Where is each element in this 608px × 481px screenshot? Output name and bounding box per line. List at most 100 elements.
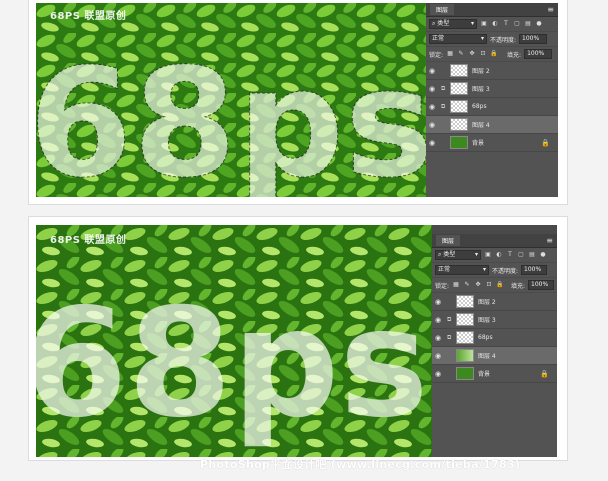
smart-filter-icon[interactable]: ▤	[528, 251, 536, 259]
eye-icon[interactable]: ◉	[429, 67, 437, 75]
layer-row[interactable]: ◉ ⧉ 68ps	[426, 98, 558, 116]
opacity-label: 不透明度:	[492, 267, 519, 275]
layer-thumbnail	[450, 136, 468, 149]
chevron-down-icon: ▾	[480, 35, 484, 42]
layer-row[interactable]: ◉ 图层 2	[432, 293, 557, 311]
eye-icon[interactable]: ◉	[429, 103, 437, 111]
layer-row[interactable]: ◉ 背景 🔒	[426, 134, 558, 152]
eye-icon[interactable]: ◉	[435, 334, 443, 342]
lock-artboard-icon[interactable]: ⊡	[485, 281, 493, 289]
leaf-background: 68ps	[36, 3, 426, 197]
fill-field[interactable]: 100%	[524, 49, 553, 59]
watermark: 68PS 联盟原创	[50, 11, 127, 22]
layer-thumbnail	[456, 313, 474, 326]
lock-label: 锁定:	[429, 51, 444, 59]
panel-menu-icon[interactable]: ≡	[546, 236, 553, 245]
layer-row[interactable]: ◉ ⧉ 68ps	[432, 329, 557, 347]
lock-icon: 🔒	[541, 138, 550, 147]
eye-icon[interactable]: ◉	[435, 298, 443, 306]
screenshot-top: 68ps 68PS 联盟原创 图层 ≡ ⌕ 类型 ▾ ▣ ◐ T ▢ ▤ ● 正常…	[28, 0, 568, 205]
filter-select[interactable]: ⌕ 类型 ▾	[435, 250, 481, 260]
fill-label: 填充:	[507, 51, 522, 59]
lock-transparent-icon[interactable]: ▦	[446, 50, 454, 58]
layer-row[interactable]: ◉ 背景 🔒	[432, 365, 557, 383]
opacity-field[interactable]: 100%	[519, 34, 548, 44]
filter-toggle-icon[interactable]: ●	[539, 251, 547, 259]
layer-thumbnail	[450, 100, 468, 113]
eye-icon[interactable]: ◉	[435, 316, 443, 324]
lock-move-icon[interactable]: ✥	[468, 50, 476, 58]
layer-name: 图层 3	[472, 86, 490, 93]
chevron-down-icon: ▾	[470, 20, 474, 27]
search-icon: ⌕	[432, 20, 436, 27]
layer-thumbnail	[450, 118, 468, 131]
lock-all-icon[interactable]: 🔒	[490, 50, 498, 58]
footer-watermark: PhotoShop平面设计吧 (www.linecg.com/tieba/178…	[200, 458, 521, 471]
canvas-photo: 68ps 68PS 联盟原创	[36, 225, 432, 457]
layer-name: 图层 2	[478, 299, 496, 306]
canvas-photo: 68ps 68PS 联盟原创	[36, 3, 426, 197]
type-filter-icon[interactable]: T	[506, 251, 514, 259]
opacity-field[interactable]: 100%	[521, 265, 548, 275]
lock-label: 锁定:	[435, 282, 450, 290]
layer-name: 图层 2	[472, 68, 490, 75]
layer-name: 背景	[478, 371, 491, 378]
pixel-filter-icon[interactable]: ▣	[484, 251, 492, 259]
shape-filter-icon[interactable]: ▢	[517, 251, 525, 259]
eye-icon[interactable]: ◉	[429, 85, 437, 93]
eye-icon[interactable]: ◉	[435, 370, 443, 378]
layer-row-selected[interactable]: ◉ 图层 4	[432, 347, 557, 365]
blend-mode-select[interactable]: 正常 ▾	[429, 34, 487, 44]
layer-name: 图层 4	[472, 122, 490, 129]
fill-field[interactable]: 100%	[528, 280, 555, 290]
layer-name: 图层 4	[478, 353, 496, 360]
opacity-label: 不透明度:	[490, 36, 517, 44]
clip-link-icon: ⧉	[447, 333, 452, 341]
chevron-down-icon: ▾	[482, 266, 486, 273]
shape-filter-icon[interactable]: ▢	[513, 20, 521, 28]
pixel-filter-icon[interactable]: ▣	[480, 20, 488, 28]
eye-icon[interactable]: ◉	[429, 139, 437, 147]
opacity-value: 100%	[522, 35, 540, 42]
layer-row[interactable]: ◉ ⧉ 图层 3	[426, 80, 558, 98]
adjust-filter-icon[interactable]: ◐	[495, 251, 503, 259]
layer-row[interactable]: ◉ 图层 2	[426, 62, 558, 80]
filter-toggle-icon[interactable]: ●	[535, 20, 543, 28]
blend-row: 正常 ▾ 不透明度: 100%	[426, 32, 558, 47]
blend-mode-select[interactable]: 正常 ▾	[435, 265, 489, 275]
lock-all-icon[interactable]: 🔒	[496, 281, 504, 289]
lock-move-icon[interactable]: ✥	[474, 281, 482, 289]
eye-icon[interactable]: ◉	[429, 121, 437, 129]
layer-row-selected[interactable]: ◉ 图层 4	[426, 116, 558, 134]
tab-layers[interactable]: 图层	[436, 235, 461, 246]
layer-thumbnail	[450, 82, 468, 95]
blend-mode-value: 正常	[432, 35, 445, 42]
layer-thumbnail	[456, 349, 474, 362]
layer-name: 图层 3	[478, 317, 496, 324]
filter-label: 类型	[443, 251, 456, 258]
search-icon: ⌕	[438, 251, 442, 258]
lock-paint-icon[interactable]: ✎	[457, 50, 465, 58]
tab-layers[interactable]: 图层	[430, 4, 455, 15]
panel-top-bar	[432, 225, 557, 234]
screenshot-bottom: 68ps 68PS 联盟原创 图层 ≡ ⌕ 类型 ▾ ▣ ◐ T ▢ ▤ ● 正常…	[28, 216, 568, 461]
lock-transparent-icon[interactable]: ▦	[452, 281, 460, 289]
smart-filter-icon[interactable]: ▤	[524, 20, 532, 28]
fill-value: 100%	[527, 50, 545, 57]
adjust-filter-icon[interactable]: ◐	[491, 20, 499, 28]
filter-select[interactable]: ⌕ 类型 ▾	[429, 19, 477, 29]
panel-header: 图层 ≡	[432, 234, 557, 248]
lock-row: 锁定: ▦ ✎ ✥ ⊡ 🔒 填充: 100%	[432, 278, 557, 293]
lock-paint-icon[interactable]: ✎	[463, 281, 471, 289]
lock-artboard-icon[interactable]: ⊡	[479, 50, 487, 58]
layer-row[interactable]: ◉ ⧉ 图层 3	[432, 311, 557, 329]
watermark: 68PS 联盟原创	[50, 235, 127, 246]
clip-link-icon: ⧉	[447, 315, 452, 323]
eye-icon[interactable]: ◉	[435, 352, 443, 360]
panel-menu-icon[interactable]: ≡	[547, 5, 554, 14]
type-filter-icon[interactable]: T	[502, 20, 510, 28]
blend-row: 正常 ▾ 不透明度: 100%	[432, 263, 557, 278]
filter-row: ⌕ 类型 ▾ ▣ ◐ T ▢ ▤ ●	[432, 248, 557, 263]
clip-link-icon: ⧉	[441, 102, 446, 110]
clip-link-icon: ⧉	[441, 84, 446, 92]
